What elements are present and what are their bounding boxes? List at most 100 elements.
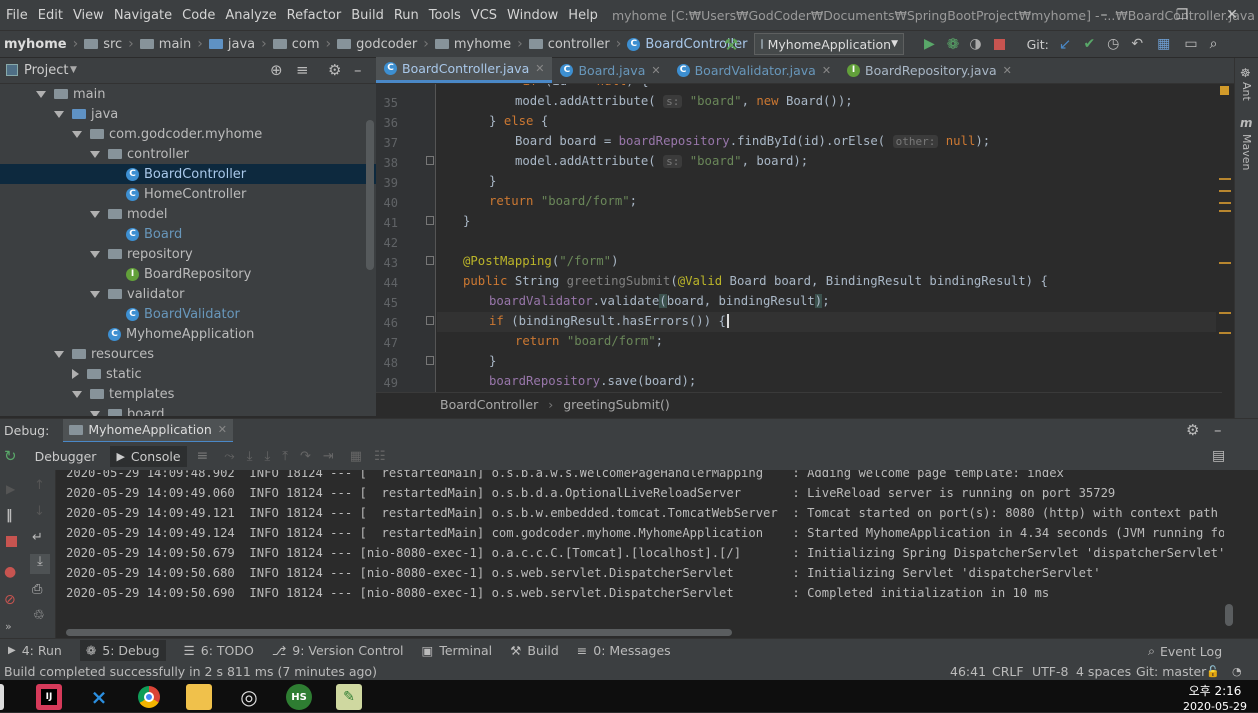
stop-icon[interactable] <box>993 38 1005 50</box>
caret-position[interactable]: 46:41 <box>950 664 986 679</box>
pause-icon[interactable]: ‖ <box>6 508 13 523</box>
tab-board[interactable]: C Board.java ✕ <box>552 57 668 83</box>
tree-item[interactable]: controller <box>0 144 376 164</box>
breadcrumb-main[interactable]: main <box>139 37 191 52</box>
tool-tab-todo[interactable]: ☰ 6: TODO <box>184 643 254 658</box>
crumb-method[interactable]: greetingSubmit() <box>563 397 670 412</box>
fold-marker-icon[interactable] <box>426 156 434 165</box>
step-out-icon[interactable]: ⤒ <box>282 449 288 464</box>
chevron-down-icon[interactable] <box>90 410 100 416</box>
line-separator[interactable]: CRLF <box>992 664 1024 679</box>
tree-item[interactable]: repository <box>0 244 376 264</box>
menu-icon[interactable]: ≡ <box>197 448 209 464</box>
chevron-down-icon[interactable] <box>90 150 100 158</box>
hs-taskbar-icon[interactable]: HS <box>286 684 312 710</box>
down-arrow-icon[interactable]: ↓ <box>34 504 45 519</box>
fold-marker-icon[interactable] <box>426 256 434 265</box>
project-structure-icon[interactable]: ▦ <box>1157 36 1170 52</box>
vscode-taskbar-icon[interactable]: ⨯ <box>86 684 112 710</box>
tree-item[interactable]: main <box>0 84 376 104</box>
tool-tab-messages[interactable]: ≡ 0: Messages <box>577 643 671 658</box>
git-branch[interactable]: Git: master <box>1136 664 1206 679</box>
tree-item[interactable]: com.godcoder.myhome <box>0 124 376 144</box>
run-to-cursor-icon[interactable]: ⇥ <box>323 449 334 464</box>
fold-marker-icon[interactable] <box>426 216 434 225</box>
view-breakpoints-icon[interactable]: ● <box>4 564 16 580</box>
menu-vcs[interactable]: VCS <box>471 8 497 23</box>
layout-icon[interactable]: ▭ <box>1184 36 1197 52</box>
breadcrumb-project[interactable]: myhome <box>4 37 67 52</box>
mute-breakpoints-icon[interactable]: ⊘ <box>4 592 16 608</box>
indent-setting[interactable]: 4 spaces <box>1076 664 1131 679</box>
up-arrow-icon[interactable]: ↑ <box>34 478 45 493</box>
chevron-down-icon[interactable] <box>72 390 82 398</box>
gear-icon[interactable]: ⚙ <box>328 61 341 79</box>
maven-icon[interactable]: m <box>1240 116 1253 130</box>
tree-item[interactable]: java <box>0 104 376 124</box>
lock-icon[interactable]: 🔓 <box>1206 665 1220 678</box>
tree-item[interactable]: C BoardController <box>0 164 376 184</box>
menu-navigate[interactable]: Navigate <box>114 8 172 23</box>
resume-icon[interactable]: ▶ <box>6 482 15 496</box>
evaluate-icon[interactable]: ▦ <box>350 449 362 464</box>
history-icon[interactable]: ◷ <box>1107 36 1119 52</box>
run-icon[interactable]: ▶ <box>924 36 935 52</box>
tree-item[interactable]: C MyhomeApplication <box>0 324 376 344</box>
breadcrumb-com[interactable]: com <box>272 37 320 52</box>
chevron-down-icon[interactable] <box>90 250 100 258</box>
force-step-into-icon[interactable]: ⤓ <box>264 449 270 464</box>
chevron-down-icon[interactable]: ▼ <box>70 65 77 75</box>
tree-item[interactable]: C BoardValidator <box>0 304 376 324</box>
taskbar-clock[interactable]: 오후 2:16 2020-05-29 <box>1180 682 1250 713</box>
more-icon[interactable]: » <box>5 620 12 633</box>
start-icon[interactable] <box>0 684 4 710</box>
hide-panel-icon[interactable]: – <box>1214 421 1222 439</box>
crumb-class[interactable]: BoardController <box>440 397 538 412</box>
close-icon[interactable]: ✕ <box>651 64 660 77</box>
step-over-icon[interactable]: ⤳ <box>224 449 234 464</box>
menu-edit[interactable]: Edit <box>38 8 63 23</box>
tool-tab-terminal[interactable]: ▣ Terminal <box>422 643 493 658</box>
coverage-icon[interactable]: ◑ <box>969 36 981 52</box>
tree-scrollbar[interactable] <box>366 120 374 270</box>
tool-tab-build[interactable]: ⚒ Build <box>510 643 559 658</box>
print-icon[interactable]: ⎙ <box>32 582 42 597</box>
tab-boardrepository[interactable]: I BoardRepository.java ✕ <box>839 57 1020 83</box>
breadcrumb-java[interactable]: java <box>208 37 255 52</box>
tool-tab-debug[interactable]: ❁ 5: Debug <box>79 640 166 661</box>
chevron-down-icon[interactable] <box>54 110 64 118</box>
maximize-button[interactable]: ❐ <box>1160 0 1204 30</box>
ant-icon[interactable]: ☸ <box>1240 66 1251 80</box>
maven-label[interactable]: Maven <box>1240 134 1253 170</box>
menu-help[interactable]: Help <box>568 8 598 23</box>
chevron-down-icon[interactable] <box>54 350 64 358</box>
close-button[interactable]: ✕ <box>1210 0 1254 30</box>
code-editor[interactable]: if (id == null) { model.addAttribute( s:… <box>437 84 1217 392</box>
tab-debugger[interactable]: Debugger <box>35 449 97 464</box>
notepad-taskbar-icon[interactable]: ✎ <box>336 684 362 710</box>
step-into-icon[interactable]: ⤓ <box>247 449 253 464</box>
github-taskbar-icon[interactable]: ◎ <box>236 684 262 710</box>
tree-item[interactable]: resources <box>0 344 376 364</box>
tool-tab-version-control[interactable]: ⎇ 9: Version Control <box>272 643 404 658</box>
tree-item[interactable]: model <box>0 204 376 224</box>
rollback-icon[interactable]: ↶ <box>1131 36 1143 52</box>
explorer-taskbar-icon[interactable] <box>186 684 212 710</box>
tab-boardvalidator[interactable]: C BoardValidator.java ✕ <box>669 57 839 83</box>
event-log-button[interactable]: ⌕ Event Log <box>1148 643 1222 659</box>
breadcrumb-myhome[interactable]: myhome <box>434 37 511 52</box>
tree-item[interactable]: validator <box>0 284 376 304</box>
locate-icon[interactable]: ⊕ <box>270 61 283 79</box>
close-icon[interactable]: ✕ <box>1003 64 1012 77</box>
fold-marker-icon[interactable] <box>426 316 434 325</box>
menu-run[interactable]: Run <box>394 8 419 23</box>
memory-indicator-icon[interactable]: ◔ <box>1232 665 1242 678</box>
menu-build[interactable]: Build <box>351 8 384 23</box>
tree-item[interactable]: static <box>0 364 376 384</box>
run-config-select[interactable]: MyhomeApplication ▼ <box>754 33 904 55</box>
console-vscroll-thumb[interactable] <box>1225 604 1233 626</box>
chevron-down-icon[interactable] <box>90 210 100 218</box>
git-commit-icon[interactable]: ✔ <box>1083 36 1095 52</box>
tree-item[interactable]: board <box>0 404 376 416</box>
breadcrumb-src[interactable]: src <box>84 37 122 52</box>
